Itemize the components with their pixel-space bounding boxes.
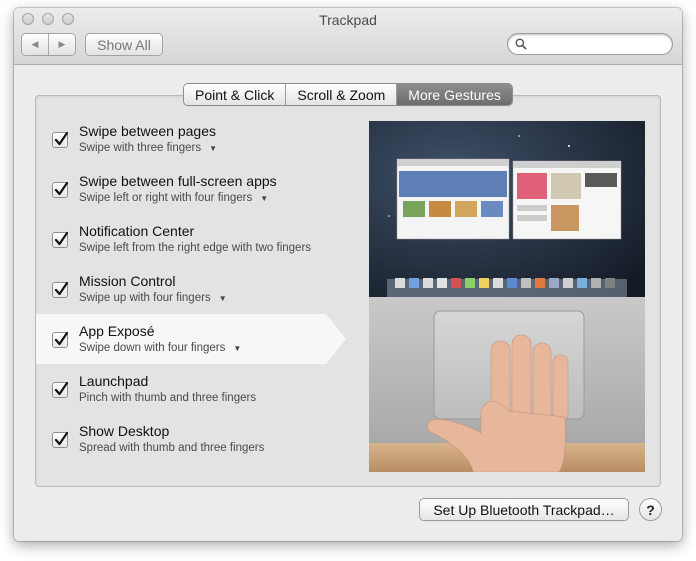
- gesture-title: Show Desktop: [79, 423, 170, 439]
- checkmark-icon: [54, 131, 68, 146]
- gesture-description-text: Swipe left or right with four fingers: [79, 192, 253, 204]
- gesture-description-text: Swipe left from the right edge with two …: [79, 242, 312, 254]
- forward-arrow-icon: ▶: [58, 39, 66, 49]
- gesture-row-mission-control[interactable]: Mission Control Swipe up with four finger…: [36, 264, 346, 314]
- gesture-description: Swipe left from the right edge with two …: [79, 242, 311, 254]
- gesture-title: Mission Control: [79, 273, 176, 289]
- checkmark-icon: [54, 381, 68, 396]
- dropdown-arrow-icon[interactable]: ▼: [209, 144, 217, 153]
- tab-bar: Point & Click Scroll & Zoom More Gesture…: [184, 84, 512, 105]
- gesture-description-text: Spread with thumb and three fingers: [79, 442, 265, 454]
- set-up-bluetooth-trackpad-button[interactable]: Set Up Bluetooth Trackpad…: [420, 499, 628, 520]
- search-field[interactable]: [508, 34, 672, 54]
- back-arrow-icon: ◀: [31, 39, 39, 49]
- checkbox-mission-control[interactable]: [53, 281, 68, 297]
- gesture-row-launchpad[interactable]: Launchpad Pinch with thumb and three fing…: [36, 364, 346, 414]
- gesture-row-app-expose[interactable]: App Exposé Swipe down with four fingers ▼: [36, 314, 346, 364]
- checkbox-notification-center[interactable]: [53, 231, 68, 247]
- gesture-description-popup[interactable]: Swipe left or right with four fingers ▼: [79, 192, 268, 204]
- gesture-description-text: Swipe down with four fingers: [79, 342, 226, 354]
- gesture-title: App Exposé: [79, 323, 155, 339]
- gesture-description-text: Swipe up with four fingers: [79, 292, 211, 304]
- nav-back-forward: ◀ ▶: [22, 34, 75, 55]
- gesture-row-swipe-between-pages[interactable]: Swipe between pages Swipe with three fing…: [36, 114, 346, 164]
- window-title: Trackpad: [319, 12, 377, 28]
- tab-more-gestures[interactable]: More Gestures: [396, 84, 512, 105]
- tab-scroll-zoom[interactable]: Scroll & Zoom: [285, 84, 397, 105]
- checkbox-show-desktop[interactable]: [53, 431, 68, 447]
- gesture-description-text: Swipe with three fingers: [79, 142, 202, 154]
- gesture-title: Launchpad: [79, 373, 149, 389]
- gesture-row-swipe-between-full-screen-apps[interactable]: Swipe between full-screen apps Swipe left…: [36, 164, 346, 214]
- checkbox-swipe-between-pages[interactable]: [53, 131, 68, 147]
- gesture-title: Swipe between pages: [79, 123, 216, 139]
- search-icon: [515, 38, 527, 50]
- checkmark-icon: [54, 331, 68, 346]
- checkmark-icon: [54, 281, 68, 296]
- tab-point-click[interactable]: Point & Click: [184, 84, 286, 105]
- gesture-description-popup[interactable]: Swipe down with four fingers ▼: [79, 342, 241, 354]
- gesture-description: Pinch with thumb and three fingers: [79, 392, 256, 404]
- gesture-description-text: Pinch with thumb and three fingers: [79, 392, 257, 404]
- preferences-window: Trackpad ◀ ▶ Show All Point & Click Scro…: [14, 8, 682, 541]
- trackpad-preview-illustration: [369, 121, 645, 472]
- checkmark-icon: [54, 431, 68, 446]
- dropdown-arrow-icon[interactable]: ▼: [233, 344, 241, 353]
- gesture-row-notification-center[interactable]: Notification Center Swipe left from the r…: [36, 214, 346, 264]
- gesture-description: Spread with thumb and three fingers: [79, 442, 264, 454]
- gesture-title: Notification Center: [79, 223, 195, 239]
- gesture-description-popup[interactable]: Swipe with three fingers ▼: [79, 142, 217, 154]
- checkmark-icon: [54, 181, 68, 196]
- help-button[interactable]: ?: [640, 499, 661, 520]
- forward-button[interactable]: ▶: [48, 34, 75, 55]
- checkbox-app-expose[interactable]: [53, 331, 68, 347]
- checkbox-launchpad[interactable]: [53, 381, 68, 397]
- dropdown-arrow-icon[interactable]: ▼: [219, 294, 227, 303]
- show-all-button[interactable]: Show All: [86, 34, 162, 55]
- checkmark-icon: [54, 231, 68, 246]
- gesture-preview-video: [369, 121, 645, 472]
- gesture-title: Swipe between full-screen apps: [79, 173, 277, 189]
- back-button[interactable]: ◀: [22, 34, 48, 55]
- gesture-row-show-desktop[interactable]: Show Desktop Spread with thumb and three …: [36, 414, 346, 464]
- dropdown-arrow-icon[interactable]: ▼: [260, 194, 268, 203]
- gesture-description-popup[interactable]: Swipe up with four fingers ▼: [79, 292, 227, 304]
- checkbox-swipe-between-full-screen-apps[interactable]: [53, 181, 68, 197]
- titlebar: Trackpad ◀ ▶ Show All: [14, 8, 682, 65]
- gestures-panel: Swipe between pages Swipe with three fing…: [35, 95, 661, 487]
